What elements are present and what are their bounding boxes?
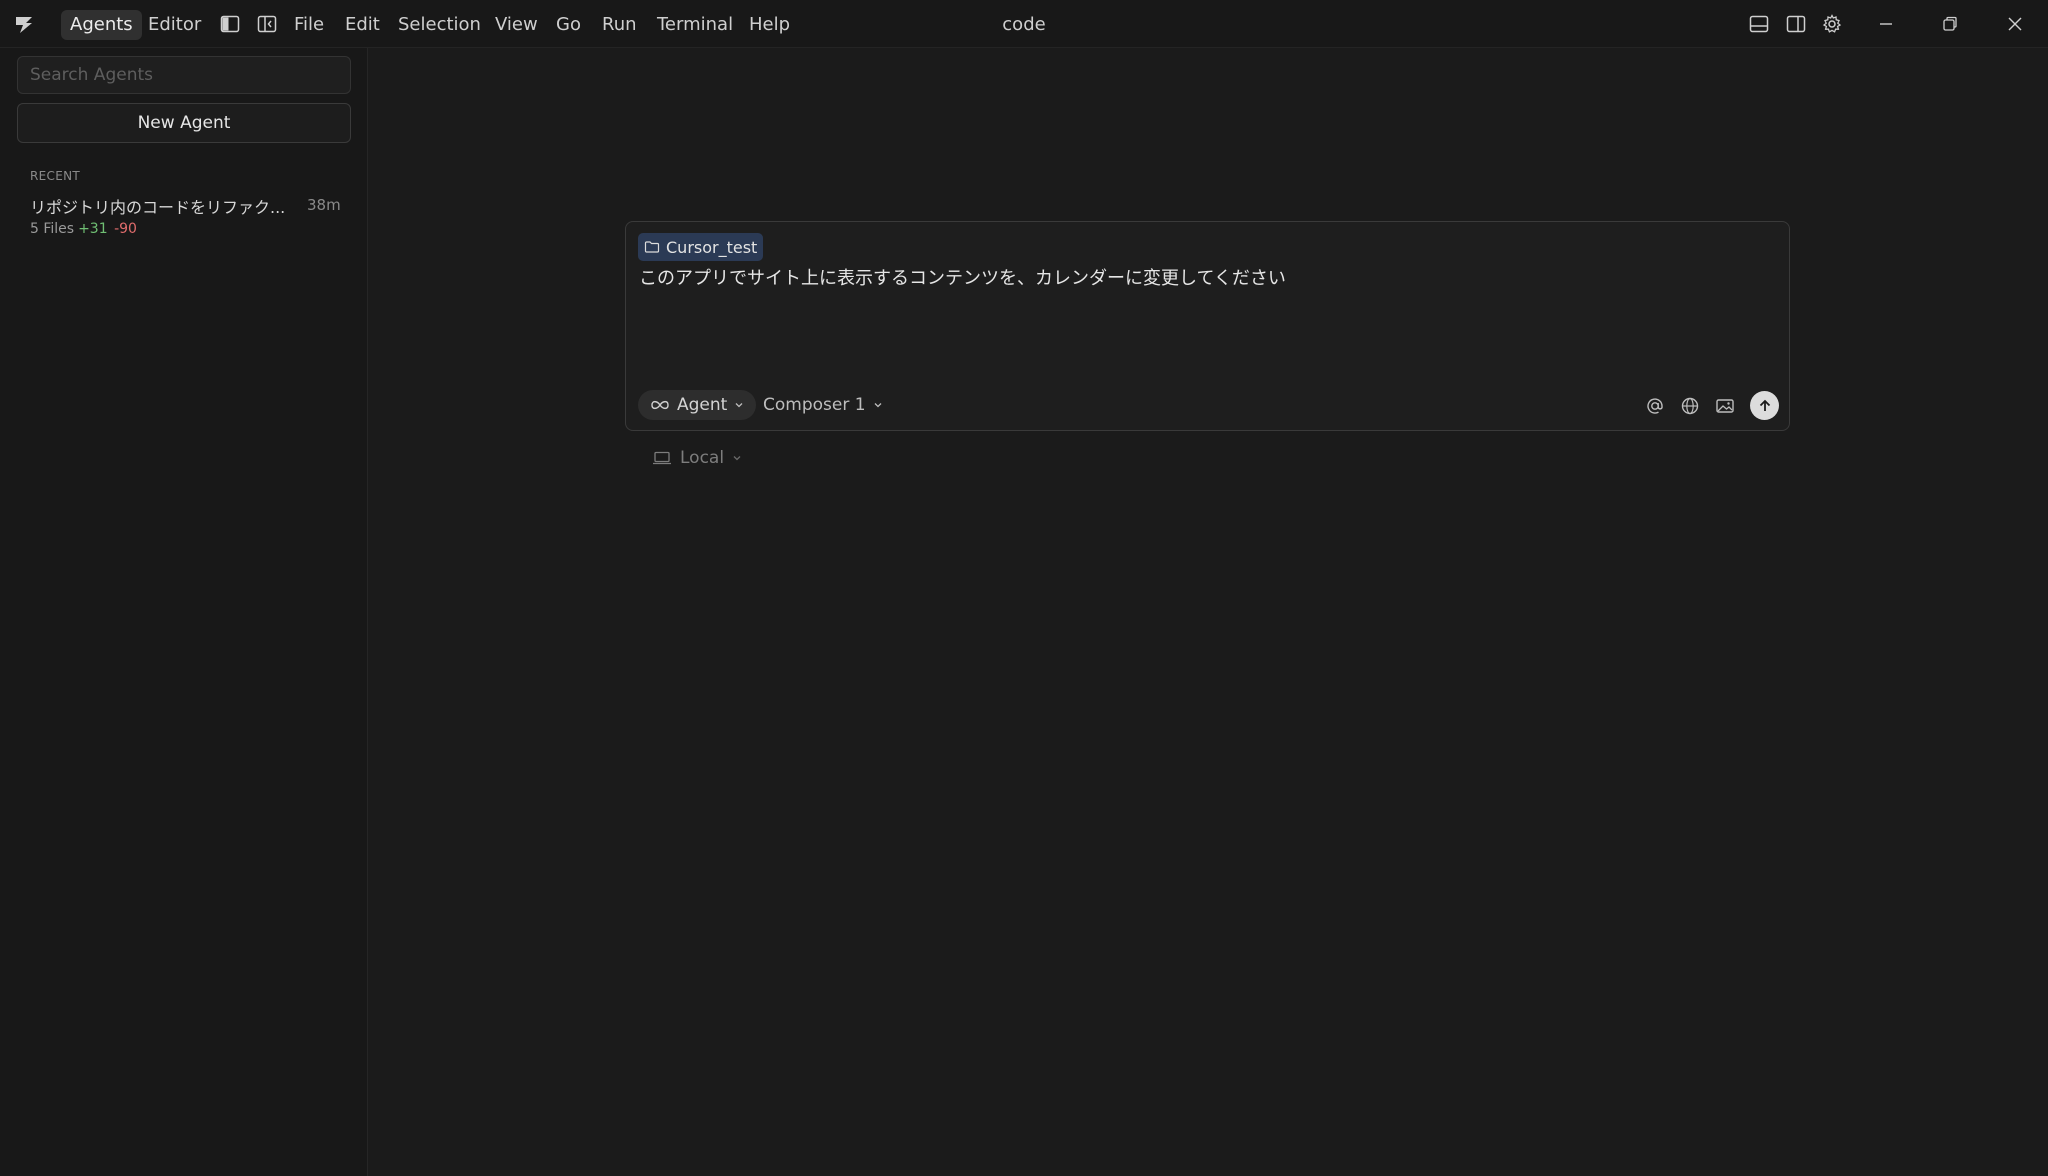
agent-mode-label: Agent (677, 395, 728, 415)
menu-selection[interactable]: Selection (398, 10, 481, 40)
chevron-down-icon (873, 400, 883, 410)
mode-tab-agents[interactable]: Agents (61, 10, 142, 40)
title-bar: Agents Editor File Edit Selection View G… (0, 0, 2048, 48)
environment-select[interactable]: Local (652, 445, 742, 471)
minimize-icon[interactable] (1875, 13, 1897, 35)
recent-agent-time: 38m (307, 196, 341, 214)
infinity-icon (650, 399, 670, 411)
menu-terminal[interactable]: Terminal (657, 10, 733, 40)
menu-help[interactable]: Help (749, 10, 790, 40)
recent-agent-item[interactable]: リポジトリ内のコードをリファク... 38m 5 Files +31 -90 (20, 190, 350, 244)
globe-icon[interactable] (1679, 395, 1701, 417)
gear-icon[interactable] (1821, 13, 1843, 35)
at-icon[interactable] (1644, 395, 1666, 417)
new-agent-button[interactable]: New Agent (17, 103, 351, 143)
folder-icon (644, 239, 660, 255)
chevron-down-icon (732, 453, 742, 463)
laptop-icon (652, 450, 672, 466)
mode-tab-editor[interactable]: Editor (139, 10, 210, 40)
send-button[interactable] (1750, 391, 1779, 420)
agents-sidebar: New Agent RECENT リポジトリ内のコードをリファク... 38m … (0, 48, 368, 1176)
restore-icon[interactable] (1939, 13, 1961, 35)
image-icon[interactable] (1714, 395, 1736, 417)
chevron-down-icon (734, 400, 744, 410)
menu-go[interactable]: Go (556, 10, 581, 40)
send-arrow-icon (1757, 398, 1773, 414)
menu-view[interactable]: View (495, 10, 538, 40)
agent-composer[interactable]: Cursor_test このアプリでサイト上に表示するコンテンツを、カレンダーに… (625, 221, 1790, 431)
search-agents-input[interactable] (17, 56, 351, 94)
menu-run[interactable]: Run (602, 10, 637, 40)
additions-count: +31 (78, 221, 108, 237)
menu-edit[interactable]: Edit (345, 10, 380, 40)
context-folder-label: Cursor_test (666, 237, 758, 257)
close-icon[interactable] (2004, 13, 2026, 35)
agent-mode-select[interactable]: Agent (638, 390, 757, 420)
recent-agent-diff-stats: 5 Files +31 -90 (30, 221, 137, 237)
cursor-logo-icon (12, 12, 36, 36)
recent-section-header: RECENT (30, 169, 80, 183)
model-label: Composer 1 (763, 395, 866, 415)
recent-agent-title: リポジトリ内のコードをリファク... (30, 198, 286, 217)
files-count: 5 Files (30, 221, 75, 237)
panel-right-icon[interactable] (1785, 13, 1807, 35)
panel-bottom-icon[interactable] (1748, 13, 1770, 35)
deletions-count: -90 (114, 221, 137, 237)
environment-label: Local (680, 448, 725, 468)
menu-file[interactable]: File (294, 10, 324, 40)
prompt-input[interactable]: このアプリでサイト上に表示するコンテンツを、カレンダーに変更してください (639, 264, 1286, 290)
context-folder-chip[interactable]: Cursor_test (638, 233, 764, 261)
model-select[interactable]: Composer 1 (763, 390, 883, 420)
toggle-sidebar-icon[interactable] (219, 13, 241, 35)
toggle-panel-left-icon[interactable] (256, 13, 278, 35)
